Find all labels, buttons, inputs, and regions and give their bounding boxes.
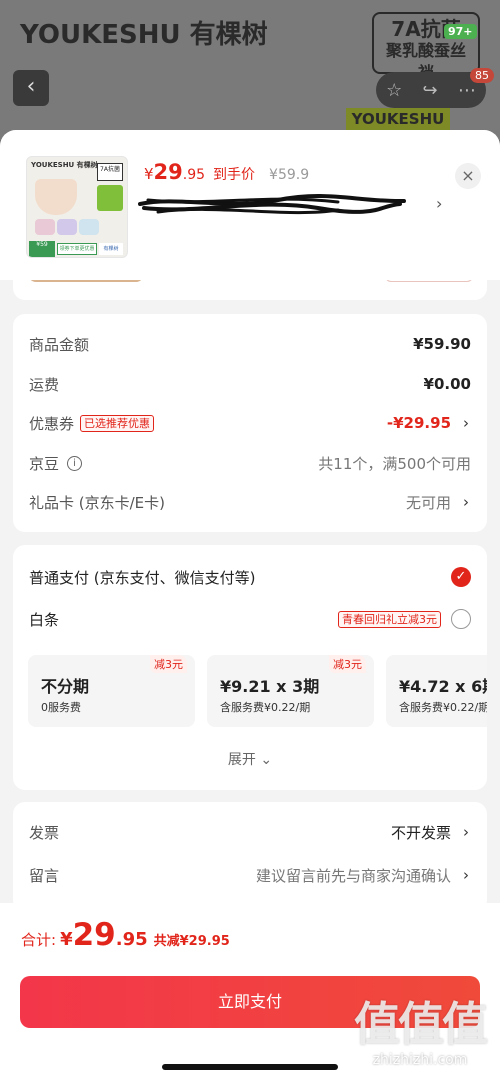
thumb-price: ¥59	[29, 241, 55, 257]
product-price: ¥ 29 .95 到手价 ¥59.9	[144, 160, 309, 184]
installment-options[interactable]: 减3元 不分期 0服务费 减3元 ¥9.21 x 3期 含服务费¥0.22/期 …	[28, 655, 487, 729]
goods-amount-row: 商品金额 ¥59.90	[29, 329, 471, 359]
invoice-message-card: 发票 不开发票 › 留言 建议留言前先与商家沟通确认 ›	[13, 802, 487, 912]
plan-discount-tag: 减3元	[150, 655, 187, 673]
back-button[interactable]: ‹	[13, 70, 49, 106]
order-summary-card: 商品金额 ¥59.90 运费 ¥0.00 优惠券 已选推荐优惠 -¥29.95 …	[13, 314, 487, 532]
info-icon[interactable]: i	[67, 455, 83, 471]
coupon-value: -¥29.95	[386, 414, 451, 432]
thumb-promo: 领券下单更优惠	[57, 243, 97, 255]
thumb-product-main	[35, 179, 77, 215]
original-price: ¥59.9	[269, 167, 310, 183]
chevron-right-icon: ›	[463, 493, 469, 511]
site-watermark: 值值值 zhizhizhi.com	[350, 996, 490, 1076]
total-label: 合计:	[21, 931, 57, 949]
thumb-tag: 7A抗菌	[97, 163, 123, 181]
installment-plan[interactable]: ¥4.72 x 6期 含服务费¥0.22/期	[386, 655, 487, 727]
background-product-label: 7A抗菌 聚乳酸蚕丝裆	[372, 12, 480, 82]
message-row[interactable]: 留言 建议留言前先与商家沟通确认 ›	[29, 860, 471, 890]
baitiao-label: 白条	[29, 610, 60, 629]
battery-indicator: 97+	[444, 24, 477, 39]
jingdou-label: 京豆	[29, 454, 60, 473]
coupon-tag: 已选推荐优惠	[80, 414, 155, 432]
total-currency: ¥	[60, 929, 73, 950]
jingdou-value: 共11个，满500个可用	[318, 454, 471, 473]
plan-sub: 含服务费¥0.22/期	[399, 701, 487, 714]
background-banner-brand: YOUKESHU	[346, 108, 450, 130]
plan-main: 不分期	[41, 677, 90, 696]
baitiao-row[interactable]: 白条 青春回归礼立减3元	[29, 604, 471, 634]
home-indicator	[162, 1064, 338, 1070]
goods-amount-value: ¥59.90	[413, 335, 471, 353]
thumb-product-purple	[57, 219, 77, 235]
price-note: 到手价	[213, 167, 256, 183]
spec-chevron-icon[interactable]: ›	[436, 194, 442, 213]
normal-payment-row[interactable]: 普通支付 (京东支付、微信支付等) ✓	[29, 562, 471, 592]
plan-main: ¥4.72 x 6期	[399, 677, 487, 696]
installment-plan[interactable]: 减3元 ¥9.21 x 3期 含服务费¥0.22/期	[207, 655, 374, 727]
baitiao-radio[interactable]	[451, 609, 471, 629]
star-icon[interactable]: ☆	[386, 80, 402, 101]
thumb-badge: 有棵树	[99, 243, 123, 255]
price-integer: 29	[153, 160, 183, 184]
payment-method-card: 普通支付 (京东支付、微信支付等) ✓ 白条 青春回归礼立减3元 减3元 不分期…	[13, 545, 487, 790]
invoice-row[interactable]: 发票 不开发票 ›	[29, 817, 471, 847]
total-savings: 共减¥29.95	[153, 934, 230, 949]
redaction-scribble	[138, 194, 406, 215]
installment-plan[interactable]: 减3元 不分期 0服务费	[28, 655, 195, 727]
watermark-site: zhizhizhi.com	[372, 1052, 468, 1068]
thumb-brand: YOUKESHU 有棵树	[31, 161, 98, 169]
more-icon[interactable]: ⋯	[458, 80, 476, 101]
coupon-label: 优惠券	[29, 414, 75, 433]
watermark-glyphs: 值值值	[354, 997, 488, 1051]
invoice-label: 发票	[29, 823, 60, 842]
message-label: 留言	[29, 866, 60, 885]
invoice-value: 不开发票	[390, 823, 451, 842]
share-icon[interactable]: ↪	[423, 80, 438, 101]
close-button[interactable]: ×	[455, 163, 481, 189]
cart-count-badge: 85	[470, 68, 494, 83]
plan-sub: 0服务费	[41, 701, 81, 714]
plan-discount-tag: 减3元	[329, 655, 366, 673]
total-integer: 29	[72, 917, 116, 953]
thumb-product-blue	[79, 219, 99, 235]
shipping-row: 运费 ¥0.00	[29, 369, 471, 399]
checkout-sheet: YOUKESHU 有棵树 7A抗菌 ¥59 领券下单更优惠 有棵树 ¥ 29 .…	[0, 130, 500, 1081]
giftcard-row[interactable]: 礼品卡 (京东卡/E卡) 无可用 ›	[29, 487, 471, 517]
product-thumbnail[interactable]: YOUKESHU 有棵树 7A抗菌 ¥59 领券下单更优惠 有棵树	[26, 156, 128, 258]
shipping-label: 运费	[29, 375, 60, 394]
baitiao-promo-tag: 青春回归礼立减3元	[338, 610, 441, 628]
goods-amount-label: 商品金额	[29, 335, 90, 354]
chevron-left-icon: ‹	[26, 74, 36, 99]
order-total: 合计: ¥ 29 .95 共减¥29.95	[21, 917, 230, 953]
chevron-right-icon: ›	[463, 866, 469, 884]
expand-toggle[interactable]: 展开 ⌄	[13, 749, 487, 769]
plan-sub: 含服务费¥0.22/期	[220, 701, 311, 714]
price-currency: ¥	[144, 165, 154, 183]
coupon-row[interactable]: 优惠券 已选推荐优惠 -¥29.95 ›	[29, 408, 471, 438]
chevron-right-icon: ›	[463, 823, 469, 841]
checkmark-icon[interactable]: ✓	[451, 567, 471, 587]
shipping-value: ¥0.00	[423, 375, 471, 393]
background-brand-logo: YOUKESHU 有棵树	[20, 20, 268, 50]
total-decimal: .95	[115, 929, 148, 950]
thumb-clover-icon	[97, 185, 123, 211]
giftcard-label: 礼品卡 (京东卡/E卡)	[29, 493, 166, 512]
plan-main: ¥9.21 x 3期	[220, 677, 320, 696]
jingdou-row: 京豆 i 共11个，满500个可用	[29, 448, 471, 478]
message-placeholder: 建议留言前先与商家沟通确认	[255, 866, 451, 885]
giftcard-value: 无可用	[405, 493, 451, 512]
thumb-product-pink	[35, 219, 55, 235]
price-decimal: .95	[182, 167, 206, 183]
close-icon: ×	[461, 166, 475, 185]
product-header: YOUKESHU 有棵树 7A抗菌 ¥59 领券下单更优惠 有棵树 ¥ 29 .…	[0, 130, 500, 280]
normal-payment-label: 普通支付 (京东支付、微信支付等)	[29, 568, 256, 587]
chevron-right-icon: ›	[463, 414, 469, 432]
